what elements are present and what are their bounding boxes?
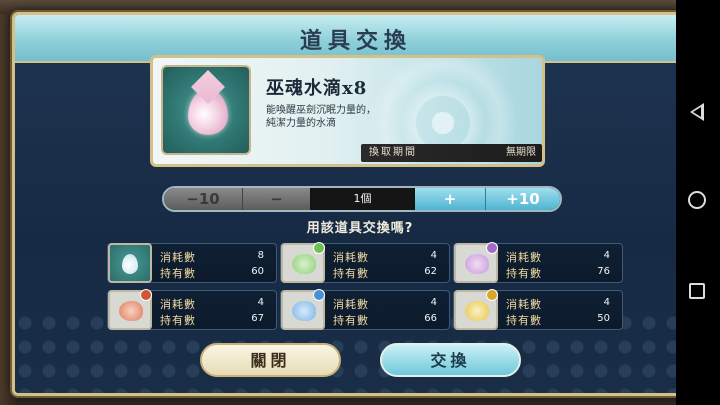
owned-value: 50 [597,313,610,324]
quantity-stepper: −10 − 1個 + +10 [162,186,562,212]
material-cost-card: 消耗數 4 持有數 76 [453,242,623,283]
water-drop-icon [188,89,228,135]
home-icon[interactable] [688,191,706,209]
cost-value: 4 [430,297,437,308]
plus-ten-button[interactable]: +10 [486,188,560,210]
blue-spirit-icon [281,289,325,330]
owned-value: 76 [597,266,610,277]
material-cost-card: 消耗數 4 持有數 66 [280,289,450,330]
close-button[interactable]: 關閉 [200,343,341,377]
cost-label: 消耗數 [506,251,542,264]
item-icon-frame [161,65,251,155]
cost-label: 消耗數 [160,251,196,264]
period-label: 換取期間 [369,147,417,158]
exchange-button[interactable]: 交換 [380,343,521,377]
plus-button[interactable]: + [415,188,486,210]
owned-label: 持有數 [333,314,369,327]
period-value: 無期限 [506,147,536,158]
minus-ten-button[interactable]: −10 [164,188,243,210]
material-cost-card: 消耗數 4 持有數 62 [280,242,450,283]
item-card: 巫魂水滴x8 能喚醒巫劍沉眠力量的， 純潔力量的水滴 換取期間 無期限 [150,55,545,167]
cost-value: 8 [257,250,264,261]
material-cost-card: 消耗數 8 持有數 60 [107,243,277,283]
item-description-line1: 能喚醒巫劍沉眠力量的， [266,105,376,116]
confirm-question: 用該道具交換嗎? [306,221,414,236]
owned-label: 持有數 [506,267,542,280]
owned-label: 持有數 [333,267,369,280]
green-spirit-icon [281,242,325,283]
item-description-line2: 純潔力量的水滴 [266,118,336,129]
cost-value: 4 [257,297,264,308]
purple-spirit-icon [454,242,498,283]
cost-value: 4 [603,297,610,308]
quantity-count: 1個 [311,188,414,210]
cost-label: 消耗數 [506,298,542,311]
cost-label: 消耗數 [333,298,369,311]
owned-label: 持有數 [160,314,196,327]
cost-value: 4 [603,250,610,261]
yellow-spirit-icon [454,289,498,330]
water-drop-icon [108,243,152,283]
material-cost-card: 消耗數 4 持有數 67 [107,289,277,330]
cost-label: 消耗數 [333,251,369,264]
material-cost-card: 消耗數 4 持有數 50 [453,289,623,330]
item-name: 巫魂水滴x8 [266,78,368,99]
cost-value: 4 [430,250,437,261]
owned-label: 持有數 [506,314,542,327]
dialog-title: 道具交換 [299,28,412,54]
back-icon[interactable] [690,103,704,121]
owned-label: 持有數 [160,267,196,280]
owned-value: 60 [251,266,264,277]
recent-apps-icon[interactable] [689,283,705,299]
exchange-period-bar: 換取期間 無期限 [361,144,542,162]
red-spirit-icon [108,289,152,330]
owned-value: 66 [424,313,437,324]
item-description: 能喚醒巫劍沉眠力量的， 純潔力量的水滴 [266,104,466,130]
minus-button[interactable]: − [243,188,310,210]
owned-value: 67 [251,313,264,324]
owned-value: 62 [424,266,437,277]
cost-label: 消耗數 [160,298,196,311]
